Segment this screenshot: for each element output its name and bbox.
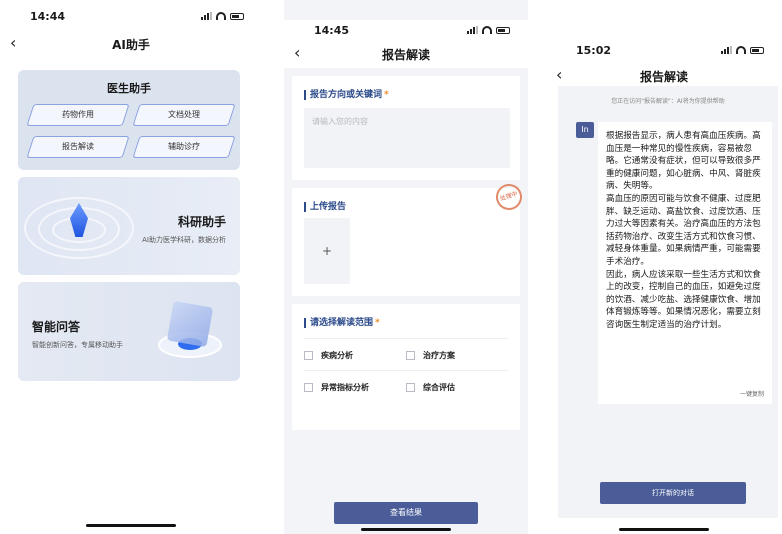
scope-option-abnormal[interactable]: 异常指标分析 (304, 382, 369, 393)
nav-bar: ‹ 报告解读 (546, 64, 782, 88)
wifi-icon (736, 46, 746, 54)
signal-icon (201, 12, 212, 20)
status-icons (467, 26, 510, 34)
keyword-section: 报告方向或关键词 * 请输入您的内容 (292, 76, 520, 180)
nav-bar: ‹ AI助手 (0, 32, 262, 56)
signal-icon (467, 26, 478, 34)
status-icons (721, 46, 764, 54)
status-time: 14:45 (314, 24, 350, 37)
document-processing-label: 文档处理 (168, 110, 200, 119)
battery-icon (230, 12, 244, 20)
assisted-diagnosis-label: 辅助诊疗 (168, 142, 200, 151)
divider (304, 370, 508, 371)
drug-effect-button[interactable]: 药物作用 (26, 104, 130, 126)
cube-icon (166, 300, 214, 348)
scope-option-overall[interactable]: 综合评估 (406, 382, 455, 393)
checkbox[interactable] (304, 351, 313, 360)
ai-message-bubble: 根据报告显示，病人患有高血压疾病。高血压是一种常见的慢性疾病，容易被忽略。它通常… (598, 122, 772, 404)
assisted-diagnosis-button[interactable]: 辅助诊疗 (132, 136, 236, 158)
copy-button[interactable]: 一键复制 (740, 389, 764, 398)
page-title: 报告解读 (381, 48, 430, 62)
status-bar: 14:44 (0, 6, 262, 26)
home-indicator (86, 524, 176, 527)
scope-option-treatment[interactable]: 治疗方案 (406, 350, 455, 361)
drug-effect-label: 药物作用 (62, 110, 94, 119)
document-processing-button[interactable]: 文档处理 (132, 104, 236, 126)
phone-report-chat: 15:02 ‹ 报告解读 您正在访问"报告解读"：AI将为你提供帮助 In 根据… (546, 0, 782, 534)
scope-option-disease[interactable]: 疾病分析 (304, 350, 353, 361)
wifi-icon (216, 12, 226, 20)
phone-ai-assistant: 14:44 ‹ AI助手 医生助手 药物作用 文档处理 报告解读 辅助诊疗 科研… (0, 0, 262, 534)
home-indicator (619, 528, 709, 531)
scope-section: 请选择解读范围 * 疾病分析 治疗方案 异常指标分析 综合评估 (292, 304, 520, 430)
keyword-label: 报告方向或关键词 * (304, 90, 389, 100)
status-bar: 14:45 (284, 20, 528, 42)
status-time: 14:44 (30, 10, 66, 23)
checkbox[interactable] (406, 351, 415, 360)
report-interpretation-button[interactable]: 报告解读 (26, 136, 130, 158)
message-paragraph: 高血压的原因可能与饮食不健康、过度肥胖、缺乏运动、高盐饮食、过度饮酒、压力过大等… (606, 193, 761, 267)
upload-section: 上传报告 + 处理中 (292, 180, 526, 296)
doctor-assistant-card: 医生助手 药物作用 文档处理 报告解读 辅助诊疗 (18, 70, 240, 170)
upload-add-button[interactable]: + (304, 218, 350, 284)
status-time: 15:02 (576, 44, 612, 57)
chat-area: 您正在访问"报告解读"：AI将为你提供帮助 In 根据报告显示，病人患有高血压疾… (558, 86, 778, 518)
upload-label: 上传报告 (304, 202, 346, 212)
message-paragraph: 根据报告显示，病人患有高血压疾病。高血压是一种常见的慢性疾病，容易被忽略。它通常… (606, 131, 761, 192)
view-result-button[interactable]: 查看结果 (334, 502, 478, 524)
divider (304, 338, 508, 339)
status-icons (201, 12, 244, 20)
page-title: 报告解读 (639, 70, 688, 84)
battery-icon (496, 26, 510, 34)
scope-label: 请选择解读范围 * (304, 318, 380, 328)
message-paragraph: 因此，病人应该采取一些生活方式和饮食上的改变，控制自己的血压，如避免过度的饮酒、… (606, 269, 761, 330)
option-label: 治疗方案 (423, 351, 455, 360)
smart-qa-card[interactable]: 智能问答 智能创新问答，专属移动助手 (18, 282, 240, 381)
research-illustration (24, 189, 134, 265)
option-label: 异常指标分析 (321, 383, 369, 392)
home-indicator (361, 528, 451, 531)
page-title: AI助手 (112, 38, 150, 52)
option-label: 综合评估 (423, 383, 455, 392)
new-chat-button[interactable]: 打开新的对话 (600, 482, 746, 504)
plus-icon: + (321, 244, 333, 258)
research-assistant-subtitle: AI助力医学科研，数据分析 (142, 236, 226, 244)
chat-notice: 您正在访问"报告解读"：AI将为你提供帮助 (611, 98, 725, 105)
research-assistant-title: 科研助手 (177, 215, 226, 229)
smart-qa-title: 智能问答 (32, 320, 81, 334)
wifi-icon (482, 26, 492, 34)
checkbox[interactable] (304, 383, 313, 392)
nav-bar: ‹ 报告解读 (284, 42, 528, 68)
smart-qa-subtitle: 智能创新问答，专属移动助手 (32, 341, 123, 349)
battery-icon (750, 46, 764, 54)
avatar: In (576, 122, 594, 138)
option-label: 疾病分析 (321, 351, 353, 360)
keyword-input[interactable]: 请输入您的内容 (304, 108, 510, 168)
report-interpretation-label: 报告解读 (62, 142, 94, 151)
status-bar: 15:02 (546, 40, 782, 60)
research-assistant-card[interactable]: 科研助手 AI助力医学科研，数据分析 (18, 177, 240, 275)
signal-icon (721, 46, 732, 54)
processing-stamp: 处理中 (492, 180, 526, 214)
phone-report-form: 14:45 ‹ 报告解读 报告方向或关键词 * 请输入您的内容 上传报告 + 处理… (284, 0, 528, 534)
doctor-assistant-title: 医生助手 (107, 82, 151, 95)
checkbox[interactable] (406, 383, 415, 392)
